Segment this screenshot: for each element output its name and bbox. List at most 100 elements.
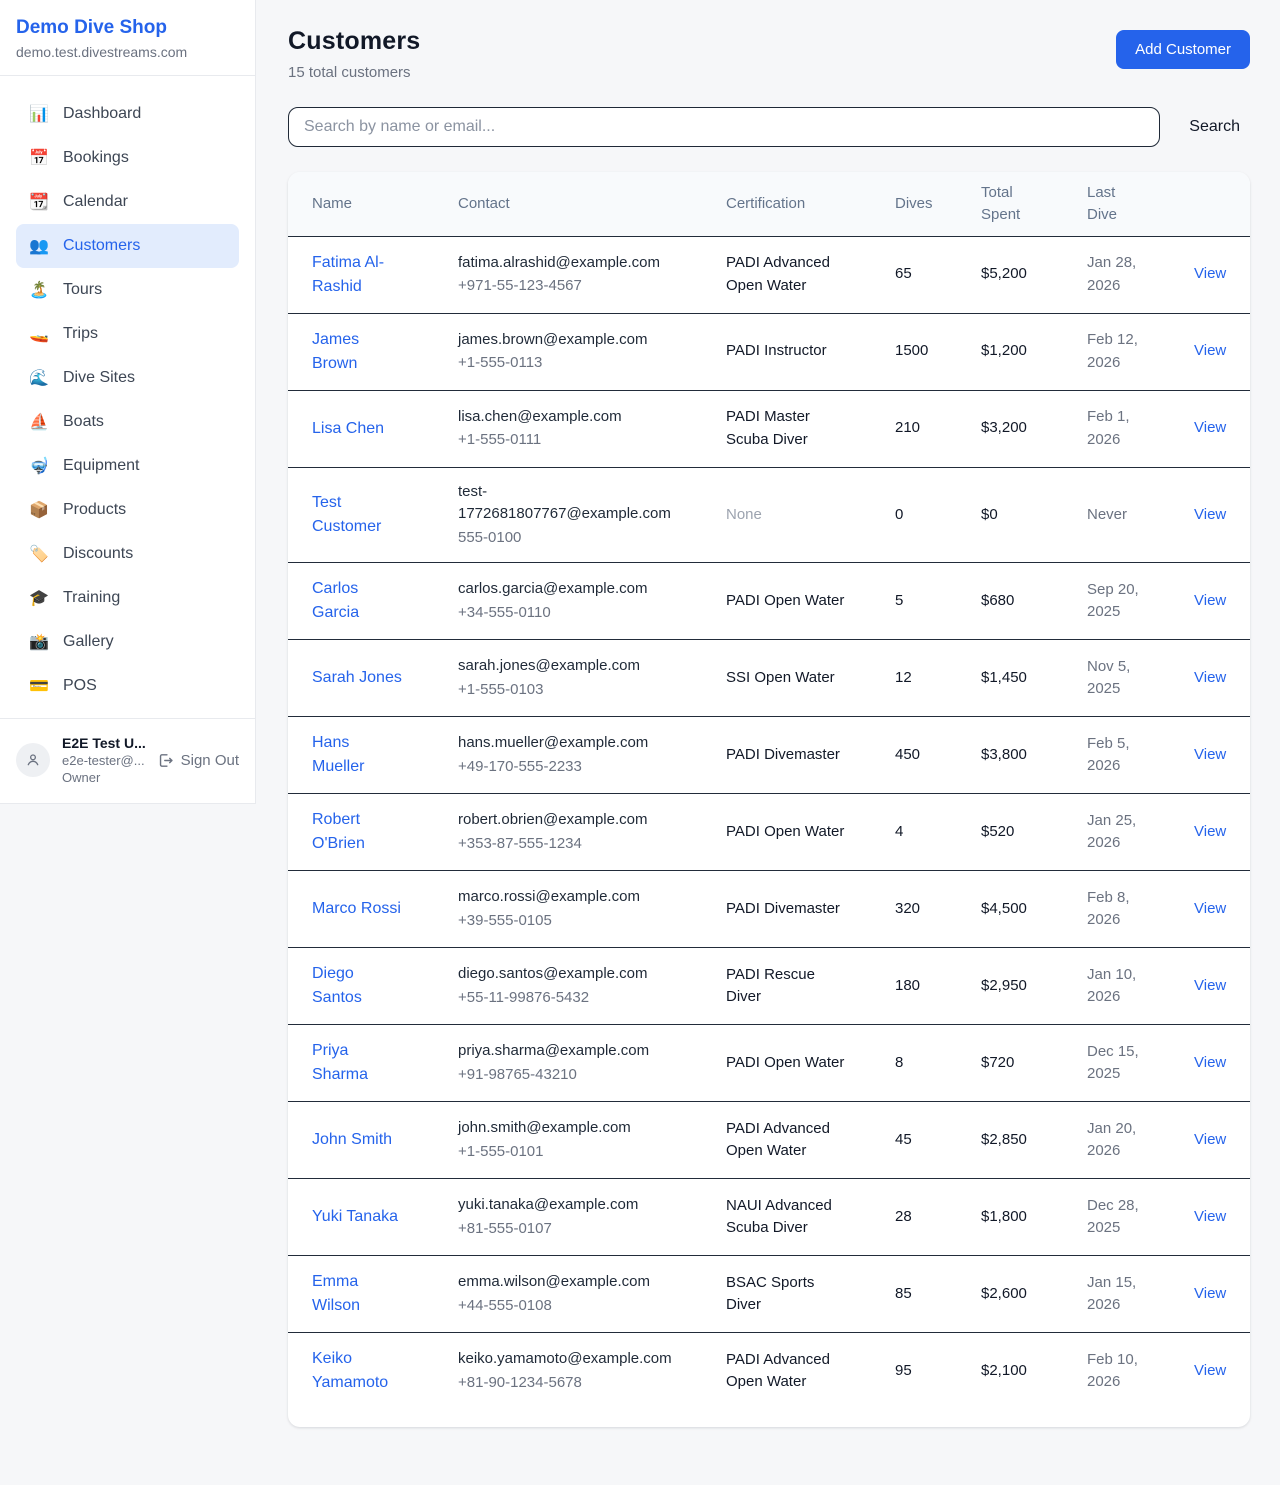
customer-dives: 95: [895, 1360, 981, 1383]
customer-name-link[interactable]: Diego Santos: [312, 962, 402, 1010]
calendar-icon: 📆: [29, 192, 49, 212]
sidebar-item-dive-sites[interactable]: 🌊 Dive Sites: [16, 356, 239, 400]
customer-total-spent: $5,200: [981, 263, 1087, 286]
customer-phone: +55-11-99876-5432: [458, 987, 726, 1010]
sidebar-item-label: Trips: [63, 325, 98, 343]
customer-name-link[interactable]: Hans Mueller: [312, 731, 402, 779]
sidebar-item-tours[interactable]: 🏝️ Tours: [16, 268, 239, 312]
customer-dives: 210: [895, 417, 981, 440]
customer-name-link[interactable]: Robert O'Brien: [312, 808, 402, 856]
contact-cell: carlos.garcia@example.com +34-555-0110: [458, 578, 726, 624]
sidebar-item-pos[interactable]: 💳 POS: [16, 664, 239, 708]
table-row: Priya Sharma priya.sharma@example.com +9…: [288, 1024, 1250, 1101]
customer-email: robert.obrien@example.com: [458, 809, 673, 832]
sidebar-item-boats[interactable]: ⛵ Boats: [16, 400, 239, 444]
view-customer-link[interactable]: View: [1194, 744, 1226, 767]
table-row: Carlos Garcia carlos.garcia@example.com …: [288, 562, 1250, 639]
customer-name-link[interactable]: Priya Sharma: [312, 1039, 402, 1087]
customer-name-link[interactable]: Lisa Chen: [312, 417, 402, 441]
view-customer-link[interactable]: View: [1194, 821, 1226, 844]
sidebar-item-dashboard[interactable]: 📊 Dashboard: [16, 92, 239, 136]
customer-last-dive: Feb 8, 2026: [1087, 887, 1149, 932]
customer-certification: SSI Open Water: [726, 667, 848, 690]
customer-name-link[interactable]: John Smith: [312, 1128, 402, 1152]
user-meta: E2E Test U... e2e-tester@... Owner: [62, 735, 145, 785]
customer-last-dive: Dec 15, 2025: [1087, 1041, 1149, 1086]
customer-email: sarah.jones@example.com: [458, 655, 673, 678]
brand-title: Demo Dive Shop: [16, 17, 239, 39]
customer-name-link[interactable]: Emma Wilson: [312, 1270, 402, 1318]
pos-credit-card-icon: 💳: [29, 676, 49, 696]
customer-certification: PADI Instructor: [726, 340, 848, 363]
customer-certification: PADI Divemaster: [726, 744, 848, 767]
customer-name-link[interactable]: James Brown: [312, 328, 402, 376]
view-customer-link[interactable]: View: [1194, 1052, 1226, 1075]
sidebar-item-trips[interactable]: 🚤 Trips: [16, 312, 239, 356]
add-customer-button[interactable]: Add Customer: [1116, 30, 1250, 69]
search-input[interactable]: [288, 107, 1160, 147]
customer-total-spent: $680: [981, 590, 1087, 613]
contact-cell: priya.sharma@example.com +91-98765-43210: [458, 1040, 726, 1086]
customer-phone: +44-555-0108: [458, 1295, 726, 1318]
customer-certification: PADI Open Water: [726, 590, 848, 613]
view-customer-link[interactable]: View: [1194, 1206, 1226, 1229]
dashboard-chart-icon: 📊: [29, 104, 49, 124]
sign-out-button[interactable]: Sign Out: [157, 752, 239, 769]
sidebar-item-training[interactable]: 🎓 Training: [16, 576, 239, 620]
customer-certification: PADI Advanced Open Water: [726, 252, 848, 297]
customer-total-spent: $1,800: [981, 1206, 1087, 1229]
customer-name-link[interactable]: Test Customer: [312, 491, 402, 539]
view-customer-link[interactable]: View: [1194, 504, 1226, 527]
dive-sites-wave-icon: 🌊: [29, 368, 49, 388]
customer-last-dive: Never: [1087, 504, 1149, 527]
sidebar-item-label: Customers: [63, 237, 140, 255]
sidebar-item-discounts[interactable]: 🏷️ Discounts: [16, 532, 239, 576]
contact-cell: keiko.yamamoto@example.com +81-90-1234-5…: [458, 1348, 726, 1394]
table-row: Lisa Chen lisa.chen@example.com +1-555-0…: [288, 390, 1250, 467]
sidebar-item-label: Dashboard: [63, 105, 141, 123]
sidebar-item-equipment[interactable]: 🤿 Equipment: [16, 444, 239, 488]
customer-total-spent: $720: [981, 1052, 1087, 1075]
view-customer-link[interactable]: View: [1194, 975, 1226, 998]
view-customer-link[interactable]: View: [1194, 1360, 1226, 1383]
sidebar-item-bookings[interactable]: 📅 Bookings: [16, 136, 239, 180]
view-customer-link[interactable]: View: [1194, 340, 1226, 363]
sidebar-item-products[interactable]: 📦 Products: [16, 488, 239, 532]
customer-name-link[interactable]: Carlos Garcia: [312, 577, 402, 625]
search-button[interactable]: Search: [1189, 118, 1240, 136]
sidebar-item-gallery[interactable]: 📸 Gallery: [16, 620, 239, 664]
customer-name-link[interactable]: Marco Rossi: [312, 897, 402, 921]
customer-total-spent: $1,450: [981, 667, 1087, 690]
customer-name-link[interactable]: Sarah Jones: [312, 666, 402, 690]
customer-dives: 8: [895, 1052, 981, 1075]
customer-certification: NAUI Advanced Scuba Diver: [726, 1195, 848, 1240]
sidebar-item-customers[interactable]: 👥 Customers: [16, 224, 239, 268]
brand-domain: demo.test.divestreams.com: [16, 44, 239, 60]
customer-last-dive: Jan 20, 2026: [1087, 1118, 1149, 1163]
customer-name-link[interactable]: Fatima Al-Rashid: [312, 251, 402, 299]
customer-last-dive: Feb 10, 2026: [1087, 1349, 1149, 1394]
view-customer-link[interactable]: View: [1194, 1129, 1226, 1152]
customer-name-link[interactable]: Yuki Tanaka: [312, 1205, 402, 1229]
view-customer-link[interactable]: View: [1194, 1283, 1226, 1306]
sidebar-item-calendar[interactable]: 📆 Calendar: [16, 180, 239, 224]
view-customer-link[interactable]: View: [1194, 417, 1226, 440]
training-grad-cap-icon: 🎓: [29, 588, 49, 608]
contact-cell: james.brown@example.com +1-555-0113: [458, 329, 726, 375]
col-header-total-spent: Total Spent: [981, 182, 1043, 226]
customer-email: james.brown@example.com: [458, 329, 673, 352]
view-customer-link[interactable]: View: [1194, 898, 1226, 921]
customer-email: carlos.garcia@example.com: [458, 578, 673, 601]
customer-name-link[interactable]: Keiko Yamamoto: [312, 1347, 402, 1395]
customer-dives: 5: [895, 590, 981, 613]
table-row: Sarah Jones sarah.jones@example.com +1-5…: [288, 639, 1250, 716]
view-customer-link[interactable]: View: [1194, 263, 1226, 286]
customer-total-spent: $3,800: [981, 744, 1087, 767]
contact-cell: lisa.chen@example.com +1-555-0111: [458, 406, 726, 452]
view-customer-link[interactable]: View: [1194, 590, 1226, 613]
table-row: Test Customer test-1772681807767@example…: [288, 467, 1250, 563]
view-customer-link[interactable]: View: [1194, 667, 1226, 690]
contact-cell: diego.santos@example.com +55-11-99876-54…: [458, 963, 726, 1009]
customer-total-spent: $520: [981, 821, 1087, 844]
customer-email: diego.santos@example.com: [458, 963, 673, 986]
